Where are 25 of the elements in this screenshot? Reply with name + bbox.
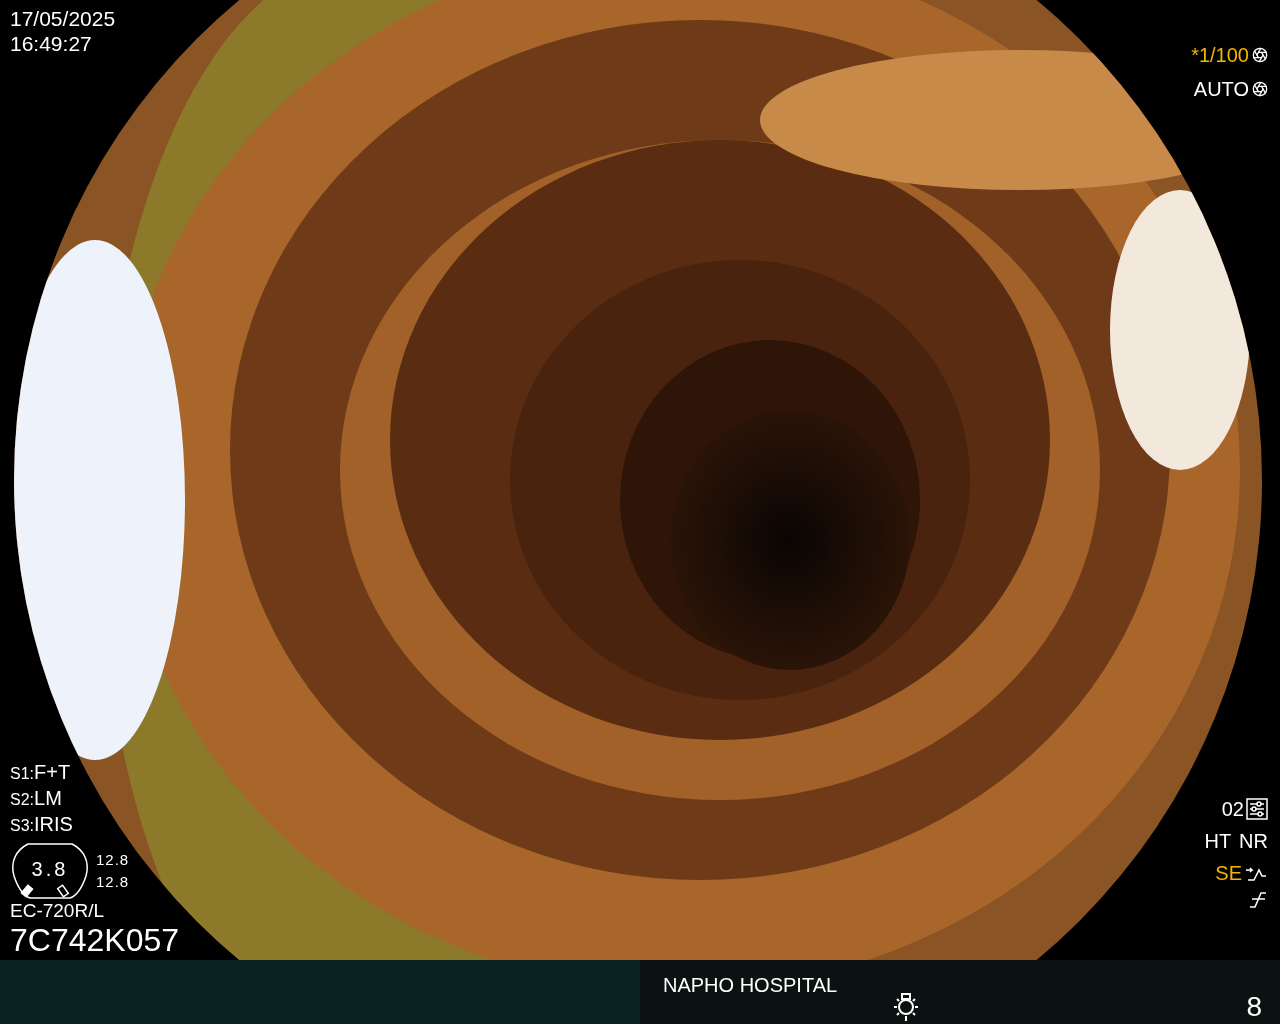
scope-model: EC-720R/L — [10, 900, 105, 922]
iris-mode: AUTO — [1193, 77, 1249, 102]
enhancement-label: SE — [1215, 861, 1242, 886]
sliders-icon — [1246, 798, 1268, 820]
switch-setting: S3:IRIS — [10, 812, 73, 837]
mode-label: HT — [1204, 829, 1232, 854]
time: 16:49:27 — [10, 31, 93, 56]
switch-setting: S2:LM — [10, 786, 62, 811]
zoom-value: 3.8 — [31, 857, 69, 882]
filter-icon — [1248, 890, 1268, 910]
lamp-icon — [891, 992, 921, 1022]
curve-icon — [1244, 864, 1268, 882]
hospital-name: NAPHO HOSPITAL — [663, 973, 839, 998]
shutter-speed: *1/100 — [1191, 43, 1249, 68]
mode-label: NR — [1239, 829, 1268, 854]
date: 17/05/2025 — [10, 6, 117, 31]
gauge-outline-icon — [10, 842, 90, 900]
zoom-reading: 12.8 — [96, 850, 130, 870]
preset-number: 02 — [1221, 797, 1244, 822]
aperture-icon — [1252, 81, 1268, 97]
zoom-reading: 12.8 — [96, 872, 130, 892]
switch-setting: S1:F+T — [10, 760, 71, 785]
aperture-icon — [1252, 47, 1268, 63]
scope-serial: 7C742K057 — [10, 922, 180, 958]
image-counter: 8 — [1246, 990, 1262, 1024]
